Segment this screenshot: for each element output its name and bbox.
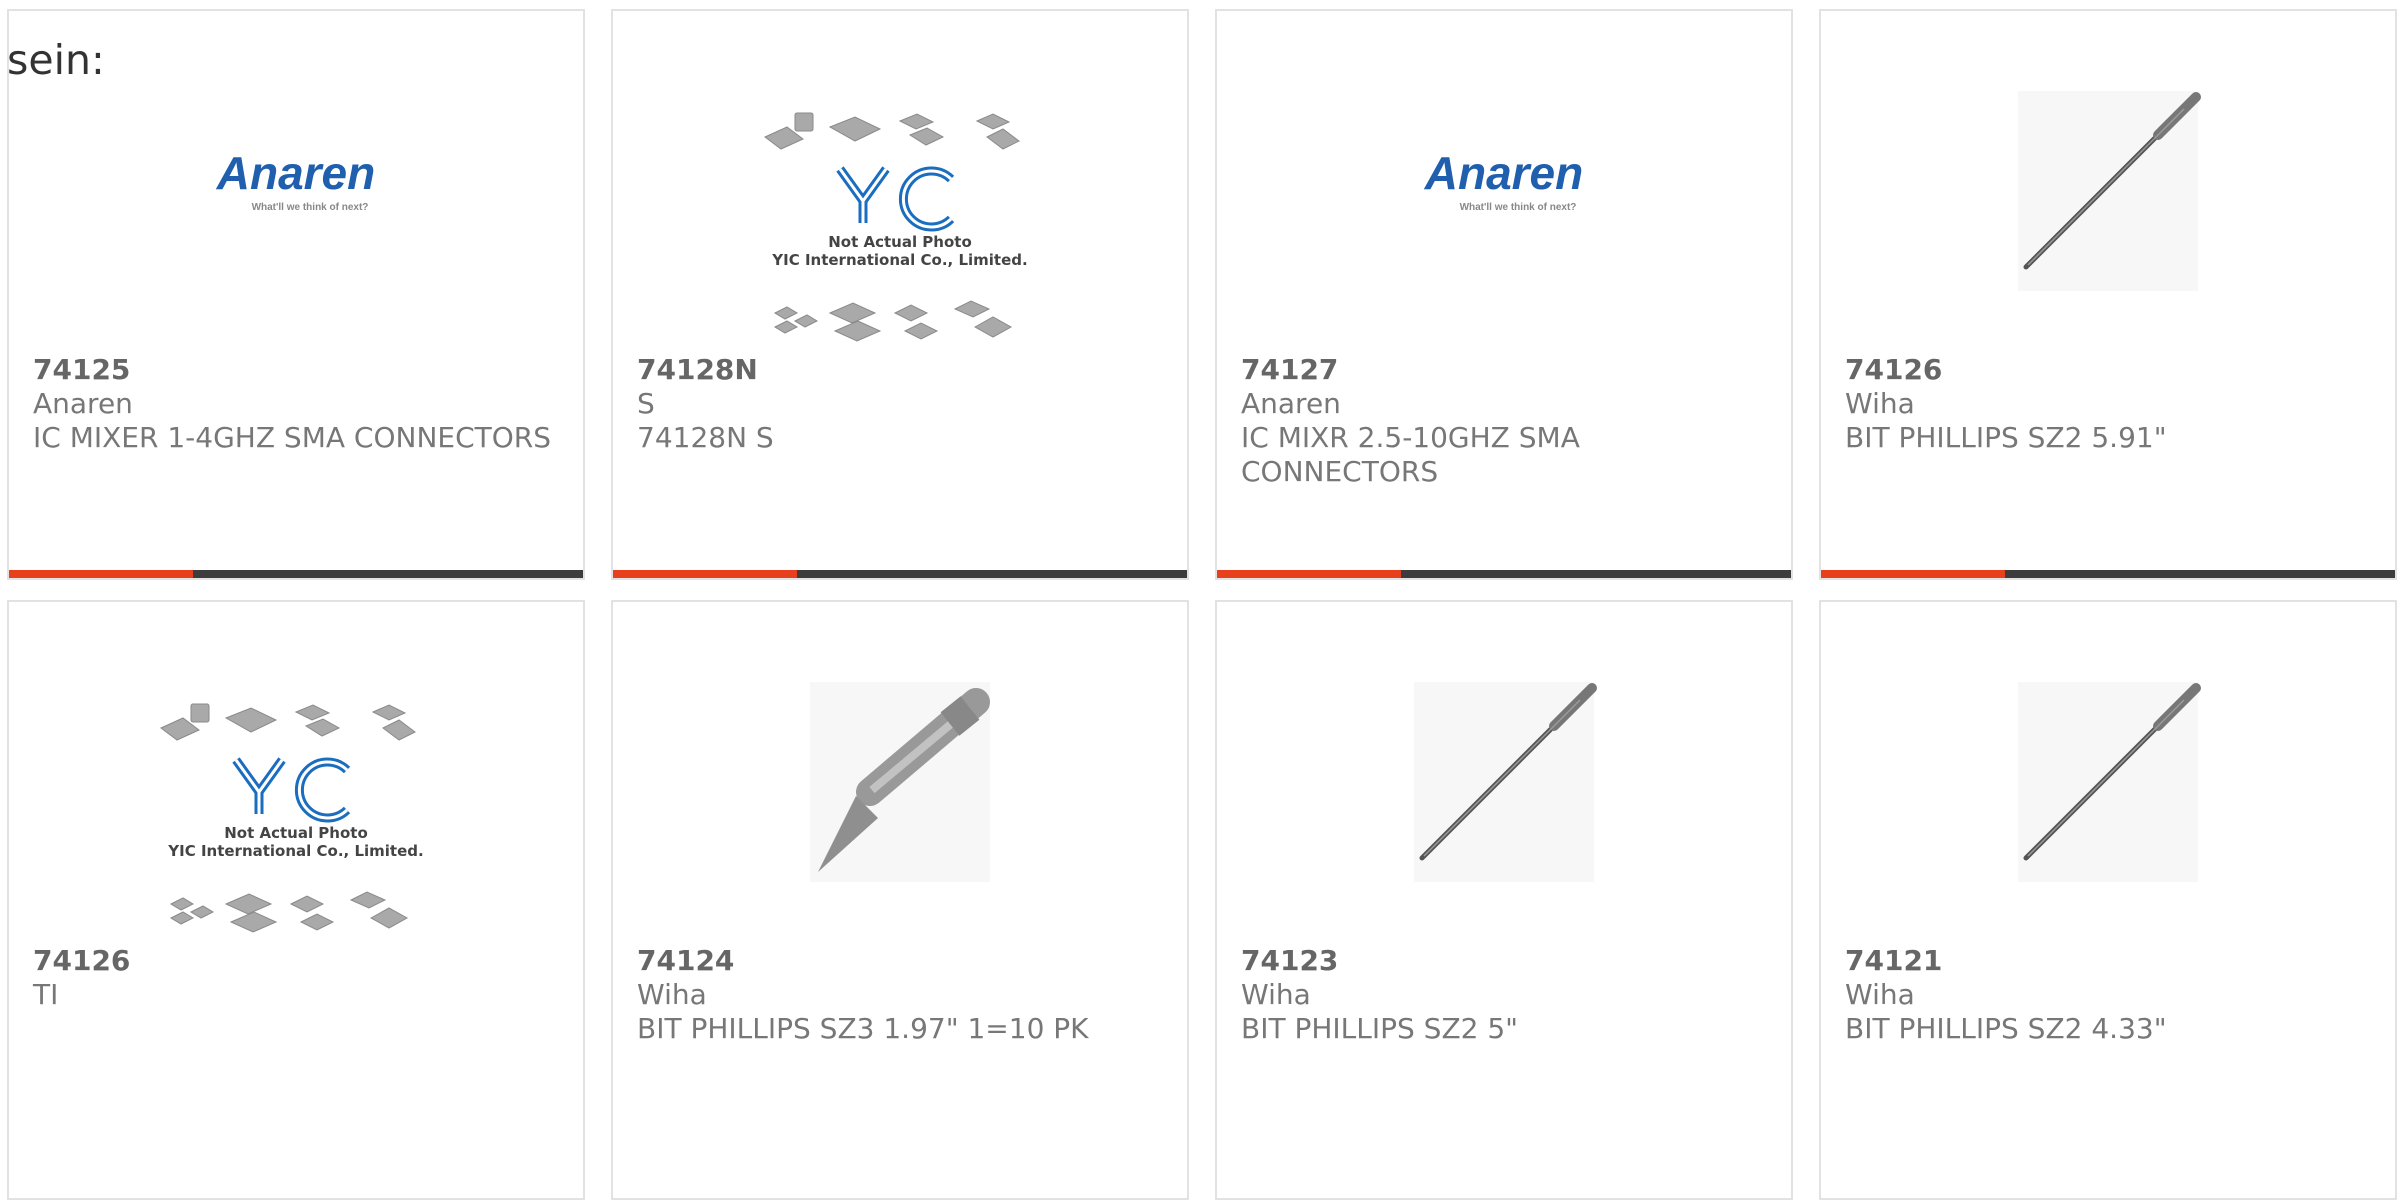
svg-text:Not Actual Photo: Not Actual Photo — [224, 824, 368, 842]
product-card[interactable]: Anaren What'll we think of next? 74127 A… — [1215, 9, 1793, 580]
manufacturer: Anaren — [33, 387, 133, 420]
part-number[interactable]: 74124 — [637, 944, 1167, 978]
screwdriver-bit-icon — [1414, 682, 1597, 882]
product-image[interactable] — [613, 642, 1187, 942]
product-image[interactable]: Anaren What'll we think of next? — [9, 51, 583, 351]
product-card[interactable]: Anaren What'll we think of next? 74125 A… — [7, 9, 585, 580]
part-number[interactable]: 74125 — [33, 353, 563, 387]
manufacturer: Anaren — [1241, 387, 1341, 420]
progress-bar — [1217, 570, 1791, 578]
product-card[interactable]: 74121 Wiha BIT PHILLIPS SZ2 4.33" — [1819, 600, 2397, 1200]
progress-fill — [9, 570, 193, 578]
yic-placeholder-icon: Not Actual Photo YIC International Co., … — [160, 703, 424, 933]
part-number[interactable]: 74126 — [33, 944, 563, 978]
product-card[interactable]: Not Actual Photo YIC International Co., … — [7, 600, 585, 1200]
product-card[interactable]: 74126 Wiha BIT PHILLIPS SZ2 5.91" — [1819, 9, 2397, 580]
yic-placeholder-icon: Not Actual Photo YIC International Co., … — [764, 112, 1028, 342]
product-image[interactable] — [1217, 642, 1791, 942]
product-card[interactable]: 74123 Wiha BIT PHILLIPS SZ2 5" — [1215, 600, 1793, 1200]
progress-fill — [1217, 570, 1401, 578]
description: BIT PHILLIPS SZ3 1.97" 1=10 PK — [637, 1012, 1089, 1045]
manufacturer: S — [637, 387, 655, 420]
svg-text:Not Actual Photo: Not Actual Photo — [828, 233, 972, 251]
product-image[interactable] — [1821, 51, 2395, 351]
product-image[interactable] — [1821, 642, 2395, 942]
manufacturer: Wiha — [1845, 387, 1915, 420]
manufacturer: Wiha — [1241, 978, 1311, 1011]
manufacturer: TI — [33, 978, 59, 1011]
screwdriver-bit-icon — [2018, 682, 2201, 882]
product-grid: Anaren What'll we think of next? 74125 A… — [0, 0, 2400, 1200]
product-image[interactable]: Not Actual Photo YIC International Co., … — [9, 642, 583, 942]
manufacturer: Wiha — [637, 978, 707, 1011]
progress-bar — [1821, 570, 2395, 578]
part-number[interactable]: 74128N — [637, 353, 1167, 387]
description: BIT PHILLIPS SZ2 5" — [1241, 1012, 1519, 1045]
screwdriver-bit-icon — [2018, 91, 2201, 291]
progress-bar — [9, 570, 583, 578]
svg-text:Anaren: Anaren — [216, 147, 375, 199]
description: IC MIXR 2.5-10GHZ SMA CONNECTORS — [1241, 421, 1580, 488]
progress-fill — [613, 570, 797, 578]
description: BIT PHILLIPS SZ2 4.33" — [1845, 1012, 2167, 1045]
progress-fill — [1821, 570, 2005, 578]
product-card[interactable]: Not Actual Photo YIC International Co., … — [611, 9, 1189, 580]
svg-text:YIC International Co., Limited: YIC International Co., Limited. — [771, 251, 1027, 269]
part-number[interactable]: 74126 — [1845, 353, 2375, 387]
anaren-logo-icon: Anaren What'll we think of next? — [1424, 147, 1583, 213]
progress-bar — [613, 570, 1187, 578]
svg-text:YIC International Co., Limited: YIC International Co., Limited. — [167, 842, 423, 860]
svg-text:What'll we think of next?: What'll we think of next? — [252, 202, 369, 213]
manufacturer: Wiha — [1845, 978, 1915, 1011]
part-number[interactable]: 74123 — [1241, 944, 1771, 978]
part-number[interactable]: 74121 — [1845, 944, 2375, 978]
description: BIT PHILLIPS SZ2 5.91" — [1845, 421, 2167, 454]
svg-text:Anaren: Anaren — [1424, 147, 1583, 199]
description: 74128N S — [637, 421, 774, 454]
part-number[interactable]: 74127 — [1241, 353, 1771, 387]
product-image[interactable]: Anaren What'll we think of next? — [1217, 51, 1791, 351]
anaren-logo-icon: Anaren What'll we think of next? — [216, 147, 375, 213]
svg-text:What'll we think of next?: What'll we think of next? — [1460, 202, 1577, 213]
description: IC MIXER 1-4GHZ SMA CONNECTORS — [33, 421, 551, 454]
product-card[interactable]: 74124 Wiha BIT PHILLIPS SZ3 1.97" 1=10 P… — [611, 600, 1189, 1200]
product-image[interactable]: Not Actual Photo YIC International Co., … — [613, 51, 1187, 351]
section-heading: sein: — [7, 36, 105, 84]
short-bit-icon — [810, 682, 990, 882]
